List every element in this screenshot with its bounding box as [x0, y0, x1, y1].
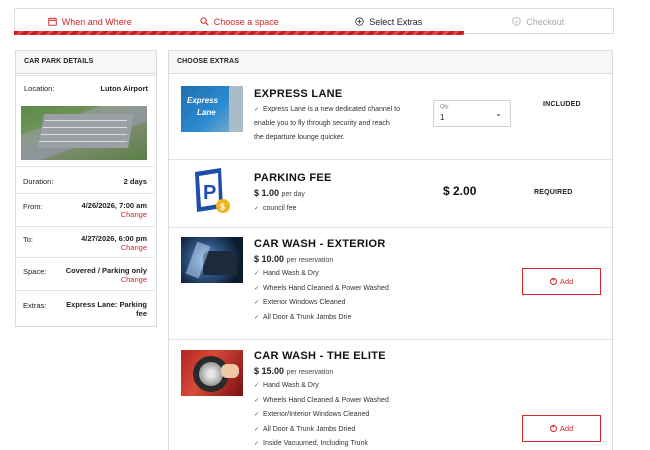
feature-item: Wheels Hand Cleaned & Power Washed [254, 282, 389, 297]
qty-label: Qty [440, 104, 449, 110]
express-lane-feature-cont-2: the departure lounge quicker. [254, 134, 345, 141]
express-lane-qty-select[interactable]: Qty 1 ⌄ [433, 100, 511, 127]
car-park-details-heading: CAR PARK DETAILS [16, 51, 156, 74]
car-wash-elite-amount: $ 15.00 [254, 366, 285, 376]
express-lane-status: INCLUDED [543, 101, 581, 108]
feature-item: Hand Wash & Dry [254, 379, 389, 394]
aerial-parking-lot-image [21, 106, 147, 160]
choose-extras-heading: CHOOSE EXTRAS [169, 51, 612, 74]
car-wash-elite-features: Hand Wash & Dry Wheels Hand Cleaned & Po… [254, 379, 389, 450]
car-wash-exterior-amount: $ 10.00 [254, 254, 285, 264]
car-wash-exterior-features: Hand Wash & Dry Wheels Hand Cleaned & Po… [254, 267, 389, 325]
extra-express-lane: Express Lane EXPRESS LANE Express Lane i… [169, 74, 612, 159]
calendar-icon [47, 17, 57, 26]
step-label: Select Extras [369, 16, 423, 27]
car-wash-image [181, 237, 243, 283]
step-progress-bar [14, 31, 464, 35]
wheel-cleaning-image [181, 350, 243, 396]
plus-circle-icon: + [549, 425, 557, 432]
add-car-wash-exterior-button[interactable]: + Add [522, 268, 601, 295]
parking-fee-features: council fee [254, 202, 296, 217]
car-wash-elite-price: $ 15.00 per reservation [254, 366, 333, 376]
car-wash-elite-unit: per reservation [286, 369, 334, 376]
express-lane-features: Express Lane is a new dedicated channel … [254, 103, 400, 118]
qty-value: 1 [440, 113, 445, 122]
shield-check-icon [512, 17, 521, 26]
parking-fee-total: $ 2.00 [443, 184, 477, 198]
express-lane-feature-cont-1: enable you to fly through security and r… [254, 120, 390, 127]
location-row: Location: Luton Airport [16, 75, 156, 98]
feature-item: Express Lane is a new dedicated channel … [254, 103, 400, 118]
extra-parking-fee: P $ PARKING FEE $ 1.00 per day council f… [169, 159, 612, 227]
car-park-details-panel: CAR PARK DETAILS Location: Luton Airport [15, 50, 157, 327]
parking-sign-icon: P $ [191, 168, 237, 218]
car-wash-elite-title: CAR WASH - THE ELITE [254, 350, 386, 362]
step-label: Checkout [526, 16, 565, 27]
express-lane-sign-image: Express Lane [181, 86, 243, 132]
parking-fee-title: PARKING FEE [254, 172, 332, 184]
feature-item: Hand Wash & Dry [254, 267, 389, 282]
parking-fee-unit: per day [281, 191, 305, 198]
car-wash-exterior-price: $ 10.00 per reservation [254, 254, 333, 264]
car-wash-exterior-title: CAR WASH - EXTERIOR [254, 238, 386, 250]
plus-circle-icon [355, 17, 364, 26]
choose-extras-panel: CHOOSE EXTRAS Express Lane EXPRESS LANE … [168, 50, 613, 450]
feature-item: council fee [254, 202, 296, 217]
svg-text:P: P [203, 182, 216, 204]
express-lane-title: EXPRESS LANE [254, 88, 343, 100]
add-car-wash-elite-button-visible[interactable]: + Add [522, 415, 601, 442]
parking-fee-price: $ 1.00 per day [254, 188, 305, 198]
plus-circle-icon: + [549, 278, 557, 285]
to-change-link[interactable]: Change [81, 243, 147, 252]
step-checkout[interactable]: Checkout [464, 9, 614, 34]
step-label: When and Where [61, 16, 132, 27]
step-label: Choose a space [213, 16, 279, 27]
from-change-link[interactable]: Change [82, 210, 147, 219]
space-change-link[interactable]: Change [66, 275, 147, 284]
search-icon [200, 17, 209, 26]
location-label: Location: [24, 84, 55, 93]
parking-fee-status: REQUIRED [534, 189, 573, 196]
add-button-label: Add [559, 277, 574, 286]
location-value: Luton Airport [100, 84, 148, 93]
step-progress-track [464, 33, 614, 34]
feature-item: All Door & Trunk Jambs Dried [254, 423, 389, 438]
feature-item: Exterior/Interior Windows Cleaned [254, 408, 389, 423]
add-button-label: Add [559, 424, 574, 433]
extra-car-wash-exterior: CAR WASH - EXTERIOR $ 10.00 per reservat… [169, 227, 612, 339]
feature-item: Exterior Windows Cleaned [254, 296, 389, 311]
parking-fee-amount: $ 1.00 [254, 188, 280, 198]
feature-item: Wheels Hand Cleaned & Power Washed [254, 394, 389, 409]
car-wash-exterior-unit: per reservation [286, 257, 334, 264]
chevron-down-icon: ⌄ [495, 109, 502, 118]
feature-item: All Door & Trunk Jambs Drie [254, 311, 389, 326]
svg-text:$: $ [220, 202, 225, 212]
feature-item: Inside Vacuumed, Including Trunk [254, 437, 389, 450]
